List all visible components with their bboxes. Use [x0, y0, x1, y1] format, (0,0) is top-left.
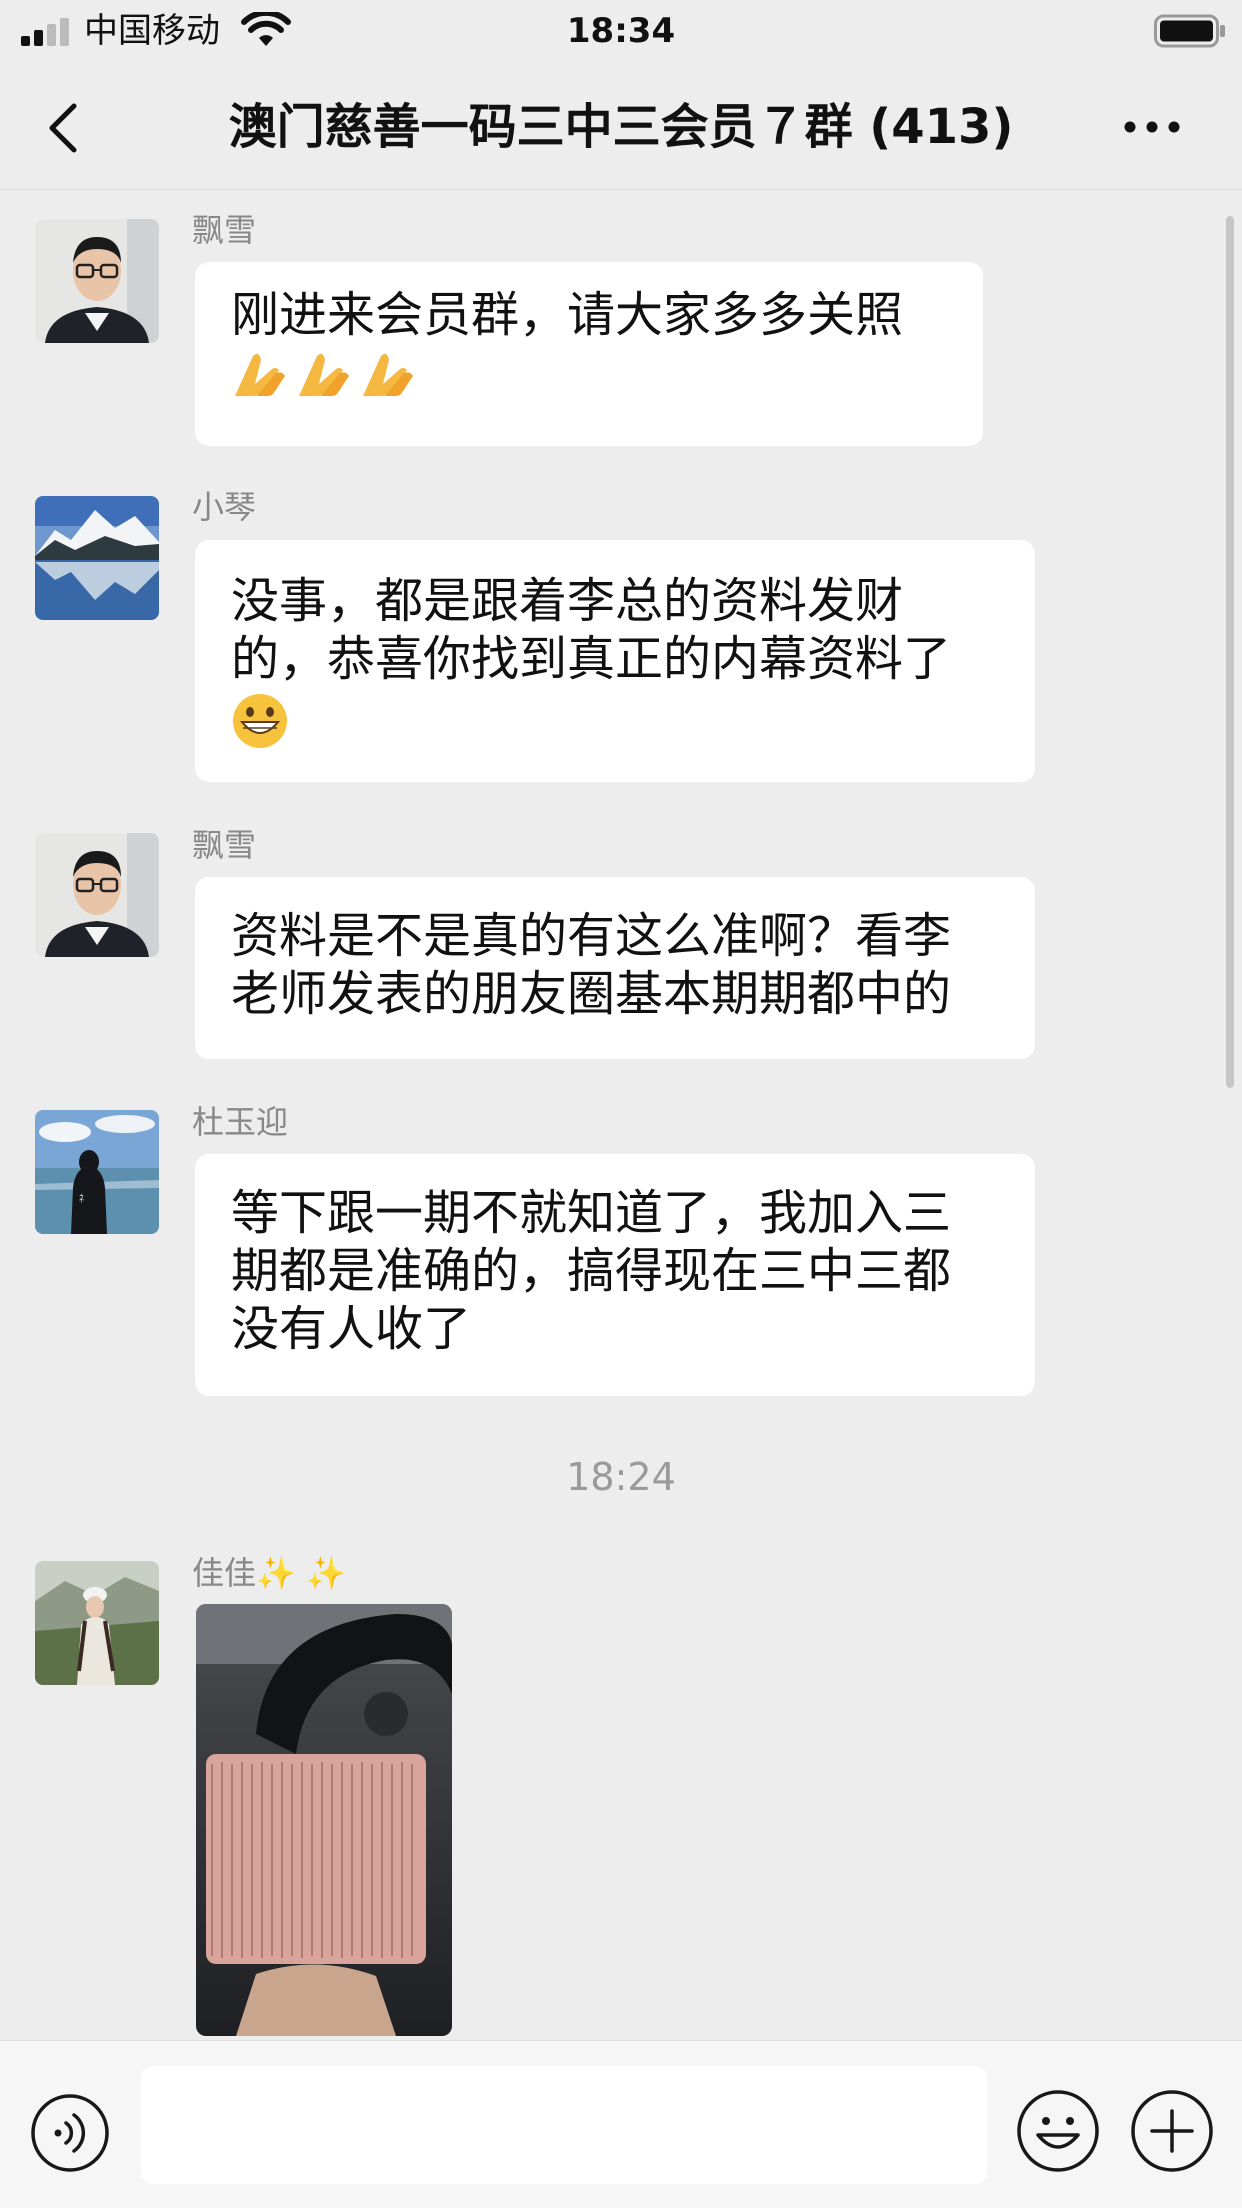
- message-bubble[interactable]: 刚进来会员群，请大家多多关照: [195, 262, 983, 446]
- plus-icon[interactable]: [1130, 2089, 1214, 2173]
- avatar[interactable]: ﾈ: [35, 1110, 159, 1234]
- message-text: 刚进来会员群，请大家多多关照: [231, 287, 904, 343]
- more-icon[interactable]: [1122, 110, 1182, 144]
- emoji-row: [231, 692, 1009, 752]
- sender-name: 杜玉迎: [192, 1103, 289, 1141]
- message-text: 等下跟一期不就知道了，我加入三: [231, 1185, 952, 1241]
- emoji-icon[interactable]: [1016, 2089, 1100, 2173]
- message-text: 没事，都是跟着李总的资料发财: [231, 573, 904, 629]
- avatar[interactable]: [35, 496, 159, 620]
- folded-hands-icon: [363, 353, 413, 396]
- message-bubble[interactable]: 资料是不是真的有这么准啊？看李 老师发表的朋友圈基本期期都中的: [195, 877, 1035, 1059]
- status-time: 18:34: [566, 11, 676, 51]
- nav-bar: 澳门慈善一码三中三会员７群 (413): [0, 62, 1242, 190]
- folded-hands-icon: [299, 353, 349, 396]
- sender-name: 飘雪: [192, 211, 257, 249]
- emoji-row: [231, 348, 957, 408]
- back-icon[interactable]: [40, 98, 84, 158]
- message-bubble[interactable]: 等下跟一期不就知道了，我加入三 期都是准确的，搞得现在三中三都 没有人收了: [195, 1154, 1035, 1396]
- folded-hands-icon: [235, 353, 285, 396]
- scrollbar[interactable]: [1226, 216, 1234, 1088]
- chat-title: 澳门慈善一码三中三会员７群 (413): [228, 99, 1014, 155]
- message-text: 老师发表的朋友圈基本期期都中的: [231, 966, 952, 1022]
- avatar[interactable]: [35, 1561, 159, 1685]
- grinning-face-icon: [233, 694, 287, 748]
- sender-name: 飘雪: [192, 826, 257, 864]
- message-text: 期都是准确的，搞得现在三中三都: [231, 1243, 952, 1299]
- avatar[interactable]: [35, 833, 159, 957]
- message-text: 资料是不是真的有这么准啊？看李: [231, 908, 952, 964]
- status-bar: 中国移动 18:34: [0, 0, 1242, 62]
- timestamp-divider: 18:24: [566, 1455, 676, 1499]
- svg-text:ﾈ: ﾈ: [79, 1193, 84, 1205]
- input-bar: [0, 2040, 1242, 2208]
- avatar[interactable]: [35, 219, 159, 343]
- voice-icon[interactable]: [30, 2093, 110, 2173]
- sender-name: 小琴: [192, 488, 257, 526]
- message-text: 没有人收了: [231, 1301, 472, 1357]
- battery-icon: [1154, 14, 1225, 48]
- message-bubble[interactable]: 没事，都是跟着李总的资料发财 的，恭喜你找到真正的内幕资料了: [195, 540, 1035, 782]
- message-input[interactable]: [141, 2066, 987, 2184]
- message-text: 的，恭喜你找到真正的内幕资料了: [231, 631, 952, 687]
- shared-photo[interactable]: [196, 1604, 452, 2036]
- sender-name: 佳佳✨ ✨: [192, 1554, 346, 1592]
